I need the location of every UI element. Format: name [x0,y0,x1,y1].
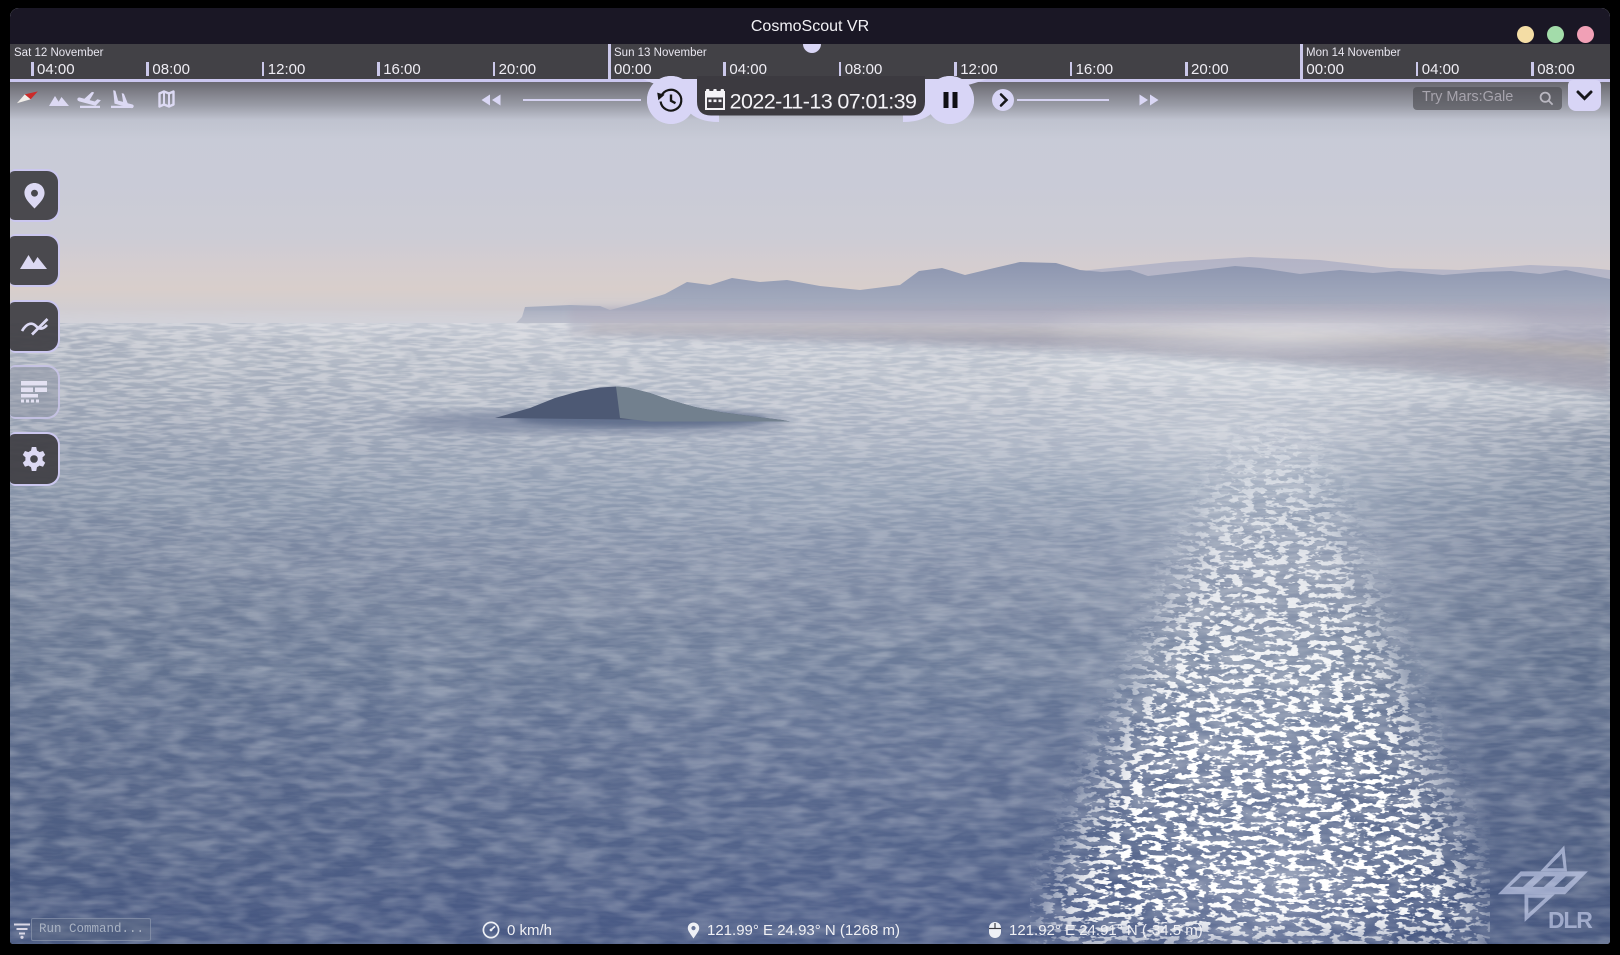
svg-text:2022-11-13 07:01:39: 2022-11-13 07:01:39 [730,90,917,114]
svg-text:DLR: DLR [1548,907,1593,933]
